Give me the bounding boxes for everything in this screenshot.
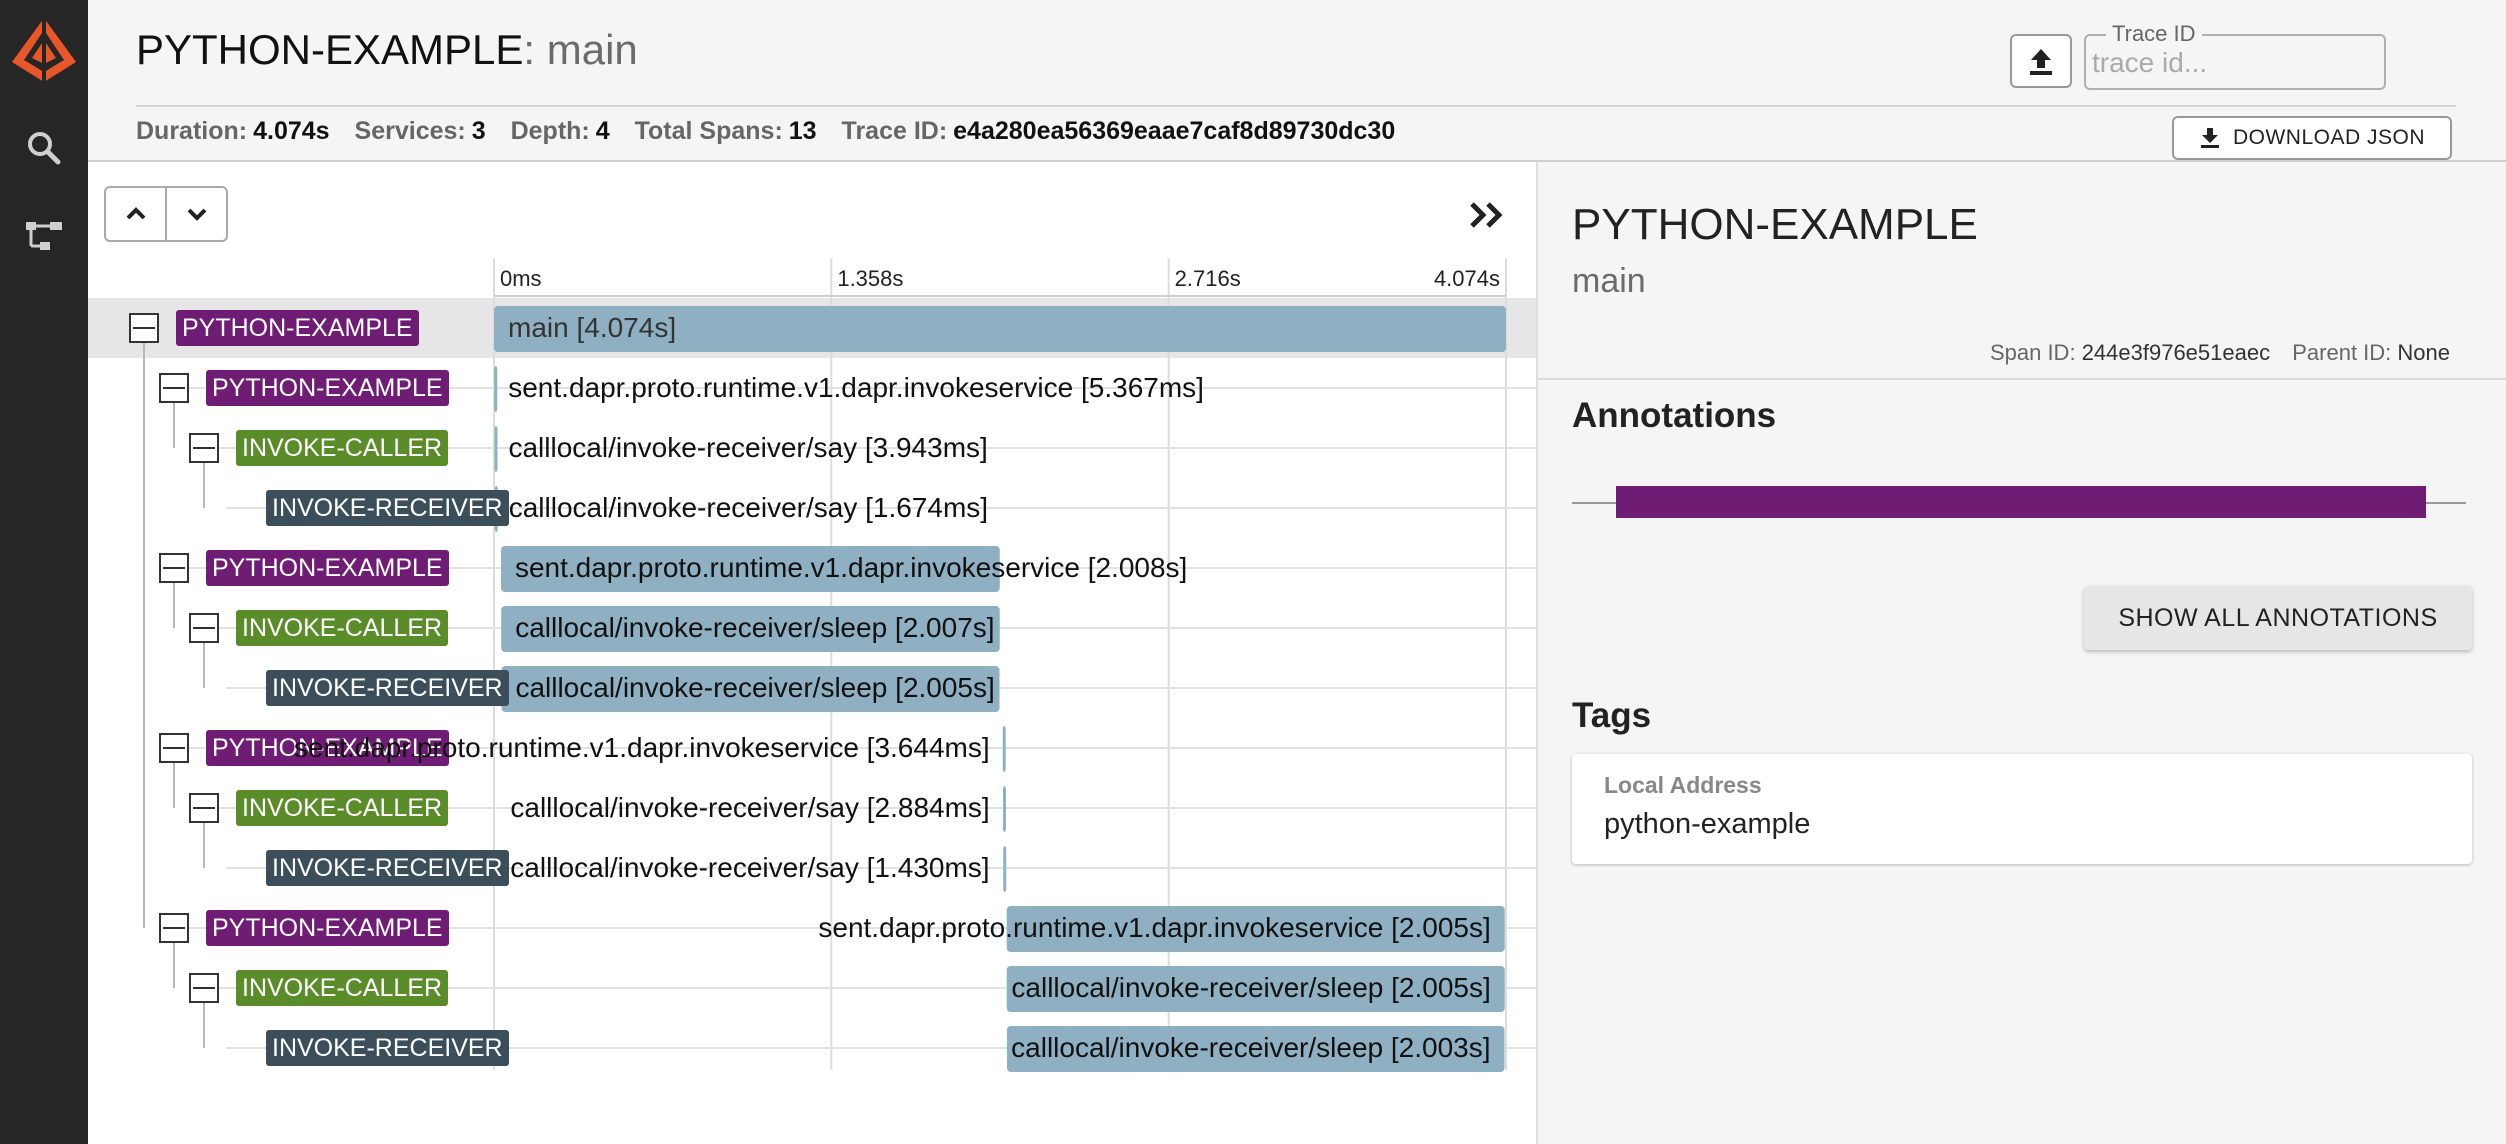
download-json-label: DOWNLOAD JSON: [2232, 126, 2425, 149]
span-name[interactable]: calllocal/invoke-receiver/sleep [2.007s]: [515, 608, 994, 648]
stat-value: e4a280ea56369eaae7caf8d89730dc30: [953, 117, 1396, 145]
stat-value: 4.074s: [253, 117, 330, 145]
span-bar: [1002, 726, 1006, 772]
service-label[interactable]: INVOKE-CALLER: [236, 790, 449, 826]
parent-id-value: None: [2397, 340, 2450, 365]
trace-id-field[interactable]: Trace ID: [2084, 21, 2386, 90]
search-icon[interactable]: [24, 128, 64, 168]
stat-label: Services:: [354, 117, 466, 145]
download-json-button[interactable]: DOWNLOAD JSON: [2172, 116, 2452, 160]
detail-service-name: PYTHON-EXAMPLE: [1572, 200, 1978, 249]
span-name[interactable]: calllocal/invoke-receiver/say [2.884ms]: [510, 788, 989, 828]
collapse-toggle[interactable]: [189, 613, 219, 643]
span-bar: [494, 426, 498, 472]
page-title: PYTHON-EXAMPLE: main: [136, 26, 638, 74]
collapse-toggle[interactable]: [189, 973, 219, 1003]
tag-key: Local Address: [1604, 772, 1762, 798]
span-detail-panel: PYTHON-EXAMPLE main Span ID: 244e3f976e5…: [1536, 162, 2506, 1144]
span-name[interactable]: sent.dapr.proto.runtime.v1.dapr.invokese…: [515, 548, 1187, 588]
trace-timeline: 0ms 1.358s 2.716s 4.074s PYTHON-EXAMPLE main…: [88, 162, 1536, 1144]
service-label[interactable]: PYTHON-EXAMPLE: [206, 550, 449, 586]
stat-label: Trace ID:: [841, 117, 948, 145]
service-label[interactable]: PYTHON-EXAMPLE: [206, 370, 449, 406]
span-name[interactable]: main [4.074s]: [508, 308, 676, 348]
detail-operation-name: main: [1572, 262, 1646, 300]
stat-value: 4: [595, 117, 610, 145]
header-divider: [136, 105, 2456, 107]
dependencies-icon[interactable]: [24, 216, 64, 256]
collapse-toggle[interactable]: [159, 733, 189, 763]
collapse-toggle[interactable]: [159, 553, 189, 583]
service-label[interactable]: INVOKE-CALLER: [236, 430, 449, 466]
span-bar: [1002, 786, 1006, 832]
service-label[interactable]: INVOKE-RECEIVER: [266, 850, 509, 886]
service-label[interactable]: INVOKE-CALLER: [236, 610, 449, 646]
span-name[interactable]: calllocal/invoke-receiver/sleep [2.003s]: [1011, 1028, 1490, 1068]
title-service: PYTHON-EXAMPLE: [136, 26, 524, 73]
zipkin-logo-icon[interactable]: [8, 14, 80, 86]
download-icon: [2200, 128, 2219, 148]
service-label[interactable]: INVOKE-RECEIVER: [266, 1030, 509, 1066]
detail-divider: [1538, 378, 2506, 380]
stat-label: Duration:: [136, 117, 248, 145]
span-name[interactable]: calllocal/invoke-receiver/sleep [2.005s]: [1011, 968, 1490, 1008]
collapse-toggle[interactable]: [129, 313, 159, 343]
sidebar: [0, 0, 88, 1144]
trace-header: PYTHON-EXAMPLE: main Trace ID Duration:4…: [88, 0, 2506, 162]
service-label[interactable]: PYTHON-EXAMPLE: [206, 910, 449, 946]
tag-card: Local Address python-example: [1572, 754, 2472, 864]
service-label[interactable]: INVOKE-CALLER: [236, 970, 449, 1006]
collapse-toggle[interactable]: [189, 433, 219, 463]
tick-label: 0ms: [500, 266, 542, 291]
span-name[interactable]: calllocal/invoke-receiver/say [3.943ms]: [508, 428, 987, 468]
span-name[interactable]: sent.dapr.proto.runtime.v1.dapr.invokese…: [508, 368, 1204, 408]
collapse-toggle[interactable]: [189, 793, 219, 823]
span-name[interactable]: calllocal/invoke-receiver/say [1.674ms]: [509, 488, 988, 528]
collapse-toggle[interactable]: [159, 913, 189, 943]
stat-value: 13: [788, 117, 817, 145]
service-label[interactable]: INVOKE-RECEIVER: [266, 490, 509, 526]
show-all-annotations-button[interactable]: SHOW ALL ANNOTATIONS: [2084, 586, 2472, 650]
service-label[interactable]: INVOKE-RECEIVER: [266, 670, 509, 706]
parent-id-label: Parent ID:: [2292, 340, 2392, 365]
span-name[interactable]: calllocal/invoke-receiver/sleep [2.005s]: [515, 668, 994, 708]
span-name[interactable]: sent.dapr.proto.runtime.v1.dapr.invokese…: [818, 908, 1490, 948]
tick-label: 2.716s: [1175, 266, 1241, 291]
span-bar: [1003, 846, 1007, 892]
trace-id-input[interactable]: [2088, 42, 2374, 84]
span-bar: [494, 366, 498, 412]
stat-value: 3: [471, 117, 486, 145]
stat-label: Depth:: [510, 117, 590, 145]
upload-icon: [2030, 49, 2052, 75]
span-id-value: 244e3f976e51eaec: [2081, 340, 2271, 365]
span-name[interactable]: sent.dapr.proto.runtime.v1.dapr.invokese…: [294, 728, 990, 768]
tick-label: 1.358s: [837, 266, 903, 291]
span-ids: Span ID: 244e3f976e51eaec Parent ID: Non…: [1990, 340, 2450, 366]
annotations-heading: Annotations: [1572, 396, 1777, 435]
tags-heading: Tags: [1572, 696, 1652, 735]
span-name[interactable]: calllocal/invoke-receiver/say [1.430ms]: [510, 848, 989, 888]
title-operation: : main: [523, 26, 638, 73]
stat-label: Total Spans:: [634, 117, 783, 145]
upload-json-button[interactable]: [2010, 34, 2072, 88]
trace-stats: Duration: 4.074s Services: 3 Depth: 4 Total…: [136, 117, 1413, 146]
collapse-toggle[interactable]: [159, 373, 189, 403]
service-label[interactable]: PYTHON-EXAMPLE: [176, 310, 419, 346]
span-id-label: Span ID:: [1989, 340, 2076, 365]
tag-value: python-example: [1604, 808, 1811, 840]
tick-label: 4.074s: [1434, 266, 1500, 291]
annotation-span-bar[interactable]: [1616, 486, 2426, 518]
